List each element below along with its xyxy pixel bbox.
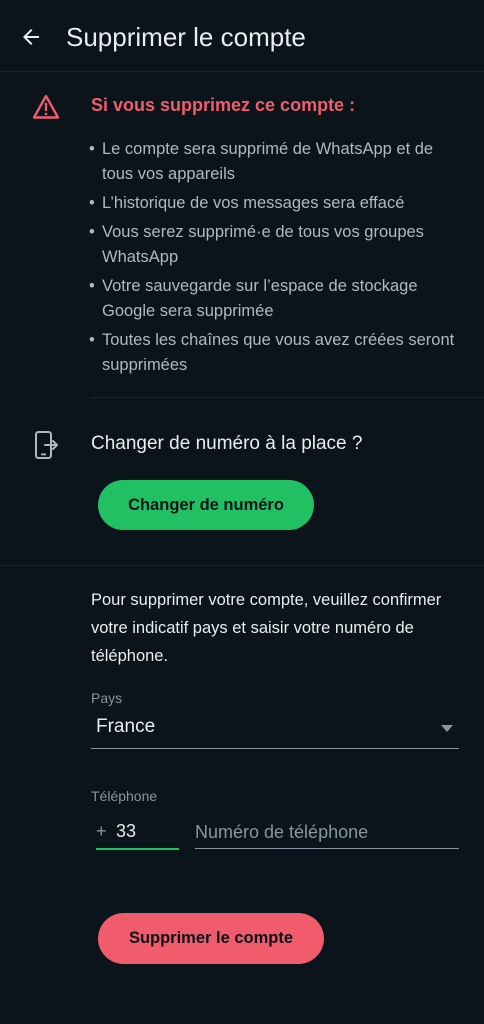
country-select[interactable]: France [91,712,459,749]
warning-title: Si vous supprimez ce compte : [91,95,356,115]
back-button[interactable] [14,20,48,54]
list-item: • L’historique de vos messages sera effac… [89,194,405,212]
list-item: • Le compte sera supprimé de WhatsApp et … [89,140,434,183]
change-number-title: Changer de numéro à la place ? [91,433,363,454]
list-item-text: Le compte sera supprimé de WhatsApp et d… [102,140,434,183]
phone-exit-icon [35,431,58,459]
list-item-text: Vous serez supprimé·e de tous vos groupe… [102,223,424,266]
section-divider [0,565,484,566]
list-item: • Votre sauvegarde sur l’espace de stocka… [89,277,418,320]
list-item-text: L’historique de vos messages sera effacé [102,194,405,212]
country-code-value: 33 [116,821,137,841]
consequences-list: • Le compte sera supprimé de WhatsApp et … [88,137,468,382]
dropdown-arrow-icon [441,725,453,732]
delete-instructions: Pour supprimer votre compte, veuillez co… [91,591,442,665]
change-number-button[interactable]: Changer de numéro [98,480,314,530]
section-divider [91,397,484,398]
country-code-field[interactable]: + 33 [96,816,179,850]
country-value: France [96,716,156,737]
phone-number-input[interactable] [195,816,459,849]
top-app-bar: Supprimer le compte [0,0,484,72]
list-item: • Vous serez supprimé·e de tous vos group… [89,223,424,266]
country-label: Pays [91,690,123,706]
arrow-left-icon [23,29,39,45]
page-title: Supprimer le compte [66,22,306,52]
warning-triangle-icon [32,94,60,119]
list-item: • Toutes les chaînes que vous avez créées… [89,331,455,374]
delete-account-button[interactable]: Supprimer le compte [98,913,324,964]
list-item-text: Toutes les chaînes que vous avez créées … [102,331,455,374]
list-item-text: Votre sauvegarde sur l’espace de stockag… [102,277,418,320]
phone-label: Téléphone [91,788,158,804]
plus-sign: + [96,821,107,841]
